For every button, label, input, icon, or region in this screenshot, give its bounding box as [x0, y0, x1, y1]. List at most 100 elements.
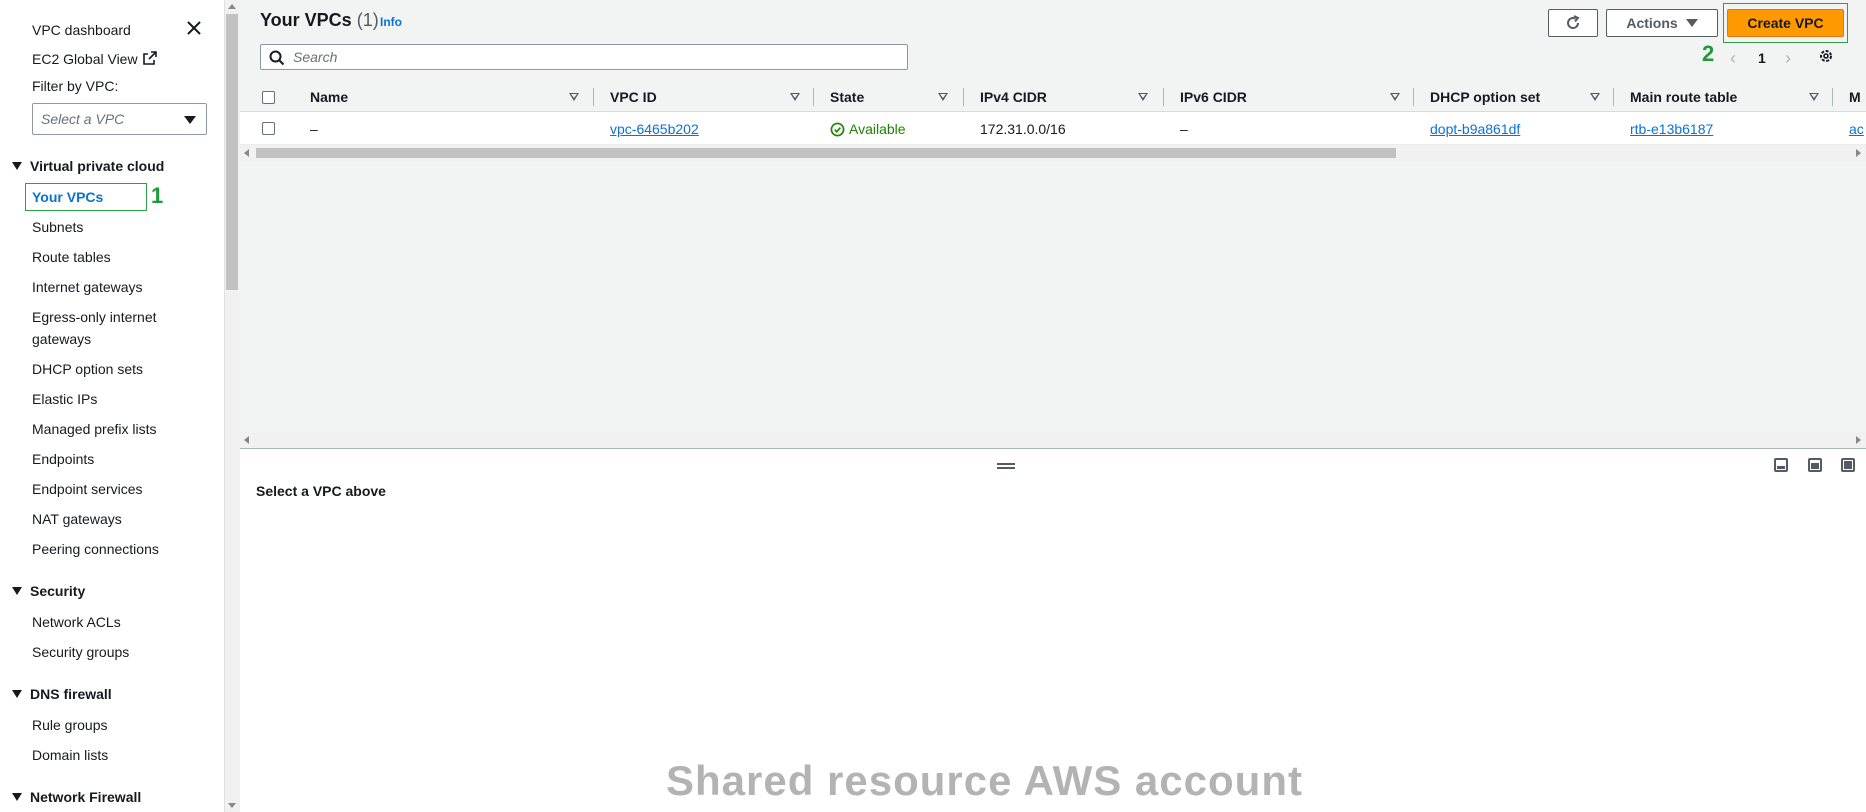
section-virtual-private-cloud[interactable]: Virtual private cloud — [12, 155, 164, 177]
column-divider[interactable] — [1413, 88, 1414, 106]
select-all-checkbox[interactable] — [262, 91, 275, 104]
cell-state: Available — [830, 113, 906, 145]
nav-egress-line2: gateways — [32, 331, 92, 347]
watermark-text: Shared resource AWS account — [666, 757, 1303, 804]
caret-down-icon — [12, 162, 22, 170]
col-header-ipv4-cidr[interactable]: IPv4 CIDR — [980, 82, 1047, 112]
nav-egress-line1: Egress-only internet — [32, 309, 157, 325]
nav-endpoint-services[interactable]: Endpoint services — [32, 478, 143, 500]
nav-nat-gateways[interactable]: NAT gateways — [32, 508, 122, 530]
nav-ec2-global-view[interactable]: EC2 Global View — [32, 48, 158, 70]
nav-domain-lists[interactable]: Domain lists — [32, 744, 108, 766]
sort-icon[interactable] — [1390, 93, 1400, 101]
actions-button[interactable]: Actions — [1606, 9, 1718, 37]
cell-ipv4-cidr: 172.31.0.0/16 — [980, 121, 1066, 137]
col-header-main-route-table[interactable]: Main route table — [1630, 82, 1737, 112]
refresh-button[interactable] — [1548, 9, 1598, 37]
column-divider[interactable] — [1163, 88, 1164, 106]
nav-ec2-global-view-label: EC2 Global View — [32, 51, 138, 67]
cell-main-route-table-link[interactable]: rtb-e13b6187 — [1630, 113, 1713, 145]
refresh-icon — [1567, 15, 1580, 29]
gear-icon[interactable] — [1818, 48, 1834, 64]
scroll-left-icon[interactable] — [244, 149, 249, 157]
caret-down-icon — [184, 116, 196, 124]
section-title: Virtual private cloud — [30, 158, 165, 174]
table-row[interactable]: – vpc-6465b202 Available 172.31.0.0/16 –… — [240, 113, 1866, 145]
column-divider[interactable] — [963, 88, 964, 106]
column-divider[interactable] — [1613, 88, 1614, 106]
col-header-vpc-id[interactable]: VPC ID — [610, 82, 657, 112]
section-title: Security — [30, 583, 86, 599]
page-number[interactable]: 1 — [1758, 50, 1766, 66]
scroll-up-icon[interactable] — [228, 4, 236, 9]
page-title-count: (1) — [356, 10, 379, 30]
sort-icon[interactable] — [938, 93, 948, 101]
nav-managed-prefix-lists[interactable]: Managed prefix lists — [32, 418, 157, 440]
sort-icon[interactable] — [569, 93, 579, 101]
nav-endpoints[interactable]: Endpoints — [32, 448, 94, 470]
section-network-firewall[interactable]: Network Firewall — [12, 786, 141, 808]
create-vpc-button[interactable]: Create VPC — [1727, 9, 1844, 37]
sidebar-scrollbar-thumb[interactable] — [226, 14, 238, 290]
cell-ipv6-cidr: – — [1180, 121, 1188, 137]
cell-dhcp-option-set-link[interactable]: dopt-b9a861df — [1430, 113, 1520, 145]
scroll-right-icon[interactable] — [1856, 149, 1861, 157]
chevron-right-icon[interactable]: › — [1785, 48, 1791, 69]
table-scrollbar-thumb[interactable] — [256, 148, 1396, 158]
split-panel-message: Select a VPC above — [256, 483, 386, 499]
search-icon — [269, 50, 285, 66]
col-header-ipv6-cidr[interactable]: IPv6 CIDR — [1180, 82, 1247, 112]
nav-subnets[interactable]: Subnets — [32, 216, 83, 238]
col-header-dhcp-option-set[interactable]: DHCP option set — [1430, 82, 1540, 112]
nav-egress-only-gateways[interactable]: Egress-only internet gateways — [32, 306, 157, 350]
scroll-right-icon[interactable] — [1856, 436, 1861, 444]
nav-dhcp-option-sets[interactable]: DHCP option sets — [32, 358, 143, 380]
actions-label: Actions — [1626, 15, 1678, 31]
col-header-more[interactable]: M — [1849, 82, 1861, 112]
step-number-1: 1 — [151, 183, 164, 208]
resize-handle-icon[interactable] — [997, 463, 1015, 469]
nav-internet-gateways[interactable]: Internet gateways — [32, 276, 143, 298]
cell-more-link[interactable]: ac — [1849, 113, 1864, 145]
nav-rule-groups[interactable]: Rule groups — [32, 714, 108, 736]
section-dns-firewall[interactable]: DNS firewall — [12, 683, 112, 705]
split-panel-bottom-icon[interactable] — [1774, 458, 1788, 472]
nav-your-vpcs[interactable]: Your VPCs — [32, 186, 103, 208]
search-placeholder: Search — [293, 49, 338, 65]
cell-vpc-id-link[interactable]: vpc-6465b202 — [610, 113, 699, 145]
cell-name: – — [310, 121, 318, 137]
nav-security-groups[interactable]: Security groups — [32, 641, 129, 663]
col-header-name[interactable]: Name — [310, 82, 348, 112]
lower-horizontal-scrollbar[interactable] — [240, 432, 1866, 448]
cell-state-text: Available — [849, 121, 906, 137]
close-icon[interactable] — [185, 19, 203, 37]
col-header-state[interactable]: State — [830, 82, 864, 112]
chevron-left-icon[interactable]: ‹ — [1730, 48, 1736, 69]
section-title: DNS firewall — [30, 686, 112, 702]
section-security[interactable]: Security — [12, 580, 85, 602]
table-header: Name VPC ID State IPv4 CIDR IPv6 CIDR DH… — [240, 82, 1866, 112]
table-horizontal-scrollbar[interactable] — [240, 145, 1866, 161]
split-panel-full-icon[interactable] — [1841, 458, 1855, 472]
sort-icon[interactable] — [1590, 93, 1600, 101]
nav-network-acls[interactable]: Network ACLs — [32, 611, 121, 633]
scroll-left-icon[interactable] — [244, 436, 249, 444]
column-divider[interactable] — [1832, 88, 1833, 106]
column-divider[interactable] — [813, 88, 814, 106]
search-input[interactable]: Search — [260, 44, 908, 70]
sort-icon[interactable] — [1138, 93, 1148, 101]
nav-route-tables[interactable]: Route tables — [32, 246, 111, 268]
sort-icon[interactable] — [1809, 93, 1819, 101]
scroll-down-icon[interactable] — [228, 803, 236, 808]
sort-icon[interactable] — [790, 93, 800, 101]
row-checkbox[interactable] — [262, 122, 275, 135]
split-panel-side-icon[interactable] — [1808, 458, 1822, 472]
column-divider[interactable] — [593, 88, 594, 106]
nav-peering-connections[interactable]: Peering connections — [32, 538, 159, 560]
filter-vpc-select[interactable]: Select a VPC — [32, 103, 207, 135]
info-link[interactable]: Info — [380, 15, 402, 29]
nav-elastic-ips[interactable]: Elastic IPs — [32, 388, 97, 410]
page-title-text: Your VPCs — [260, 10, 352, 30]
nav-vpc-dashboard[interactable]: VPC dashboard — [32, 19, 131, 41]
step-number-2: 2 — [1702, 41, 1715, 66]
